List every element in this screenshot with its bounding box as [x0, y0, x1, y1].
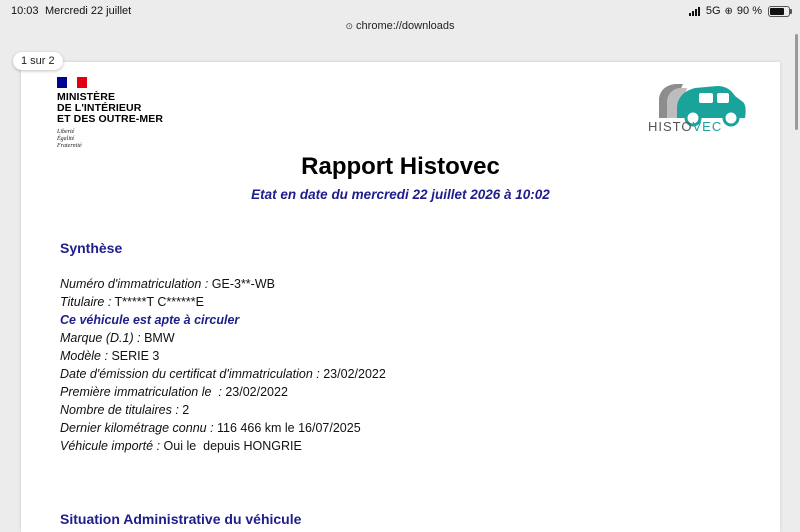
status-date: Mercredi 22 juillet — [45, 5, 132, 17]
battery-fill — [770, 7, 785, 15]
report-date: Etat en date du mercredi 22 juillet 2026… — [251, 187, 550, 202]
pdf-page: MINISTÈRE DE L'INTÉRIEUR ET DES OUTRE-ME… — [21, 62, 780, 532]
orientation-lock-icon: ⊕ — [724, 5, 733, 17]
battery-percent: 90 % — [736, 5, 762, 17]
field-label: Date d'émission du certificat d'immatric… — [60, 367, 320, 381]
field-model: Modèle : SERIE 3 — [60, 349, 159, 363]
field-first-registration: Première immatriculation le : 23/02/2022 — [60, 385, 288, 399]
ministry-logo: MINISTÈRE DE L'INTÉRIEUR ET DES OUTRE-ME… — [57, 77, 163, 150]
motto-line: Fraternité — [57, 143, 82, 149]
field-label: Première immatriculation le : — [60, 385, 222, 399]
address-bar[interactable]: ⊙ chrome://downloads — [0, 20, 800, 32]
field-label: Marque (D.1) : — [60, 331, 141, 345]
field-label: Dernier kilométrage connu : — [60, 421, 214, 435]
field-value: 2 — [182, 403, 190, 417]
field-value: SERIE 3 — [111, 349, 160, 363]
section-title-synthese: Synthèse — [60, 240, 123, 256]
battery-icon — [768, 5, 792, 17]
motto-line: Égalité — [57, 136, 75, 142]
field-imported: Véhicule importé : Oui le depuis HONGRIE — [60, 439, 302, 453]
field-value: GE-3**-WB — [211, 277, 275, 291]
field-registration: Numéro d'immatriculation : GE-3**-WB — [60, 277, 275, 291]
field-value: 116 466 km le 16/07/2025 — [217, 421, 361, 435]
republic-motto: Liberté Égalité Fraternité — [57, 129, 163, 150]
field-label: Nombre de titulaires : — [60, 403, 179, 417]
signal-icon — [688, 6, 700, 16]
histovec-wordmark: HISTOVEC — [648, 119, 722, 134]
field-certificate-date: Date d'émission du certificat d'immatric… — [60, 367, 386, 381]
field-brand: Marque (D.1) : BMW — [60, 331, 175, 345]
report-title: Rapport Histovec — [301, 153, 500, 180]
wordmark-part: HISTO — [648, 119, 693, 134]
url-text: chrome://downloads — [356, 20, 455, 32]
field-value: 23/02/2022 — [225, 385, 288, 399]
flag-stripe — [67, 77, 77, 88]
network-label: 5G — [705, 5, 721, 17]
field-label: Numéro d'immatriculation : — [60, 277, 209, 291]
ministry-name-line: ET DES OUTRE-MER — [57, 113, 164, 125]
site-info-icon[interactable]: ⊙ — [346, 21, 354, 31]
field-value: Oui le depuis HONGRIE — [163, 439, 302, 453]
ministry-name: MINISTÈRE DE L'INTÉRIEUR ET DES OUTRE-ME… — [57, 92, 163, 125]
field-holder-count: Nombre de titulaires : 2 — [60, 403, 189, 417]
field-label: Véhicule importé : — [60, 439, 161, 453]
field-value: BMW — [144, 331, 175, 345]
roadworthy-status: Ce véhicule est apte à circuler — [60, 313, 240, 327]
scrollbar[interactable] — [795, 34, 798, 130]
motto-line: Liberté — [57, 129, 75, 135]
flag-stripe — [77, 77, 87, 88]
field-value: T*****T C******E — [114, 295, 204, 309]
field-value: 23/02/2022 — [323, 367, 386, 381]
field-holder: Titulaire : T*****T C******E — [60, 295, 204, 309]
field-mileage: Dernier kilométrage connu : 116 466 km l… — [60, 421, 361, 435]
flag-stripe — [57, 77, 67, 88]
field-label: Titulaire : — [60, 295, 112, 309]
field-label: Modèle : — [60, 349, 108, 363]
page-indicator: 1 sur 2 — [13, 52, 63, 70]
wordmark-part: VEC — [692, 119, 723, 134]
status-bar: 10:03 Mercredi 22 juillet 5G ⊕ 90 % — [0, 0, 800, 22]
status-time: 10:03 — [11, 5, 39, 17]
french-flag-icon — [57, 77, 87, 88]
status-indicators: 5G ⊕ 90 % — [688, 5, 792, 17]
